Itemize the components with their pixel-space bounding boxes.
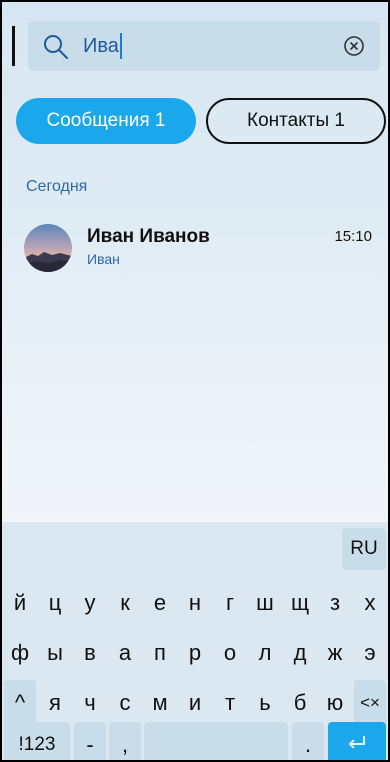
key[interactable]: а xyxy=(109,630,141,676)
key[interactable]: х xyxy=(354,580,386,626)
key[interactable]: с xyxy=(109,680,141,726)
message-preview: Иван xyxy=(87,251,120,267)
date-section-label: Сегодня xyxy=(26,178,88,195)
chat-result-item[interactable]: Иван Иванов Иван 15:10 xyxy=(24,220,384,276)
key[interactable]: э xyxy=(354,630,386,676)
key[interactable]: е xyxy=(144,580,176,626)
key[interactable]: ч xyxy=(74,680,106,726)
key[interactable]: о xyxy=(214,630,246,676)
search-input[interactable]: Ива xyxy=(83,33,122,59)
language-key[interactable]: RU xyxy=(342,528,386,570)
numbers-key[interactable]: !123 xyxy=(4,722,70,760)
search-bar[interactable]: Ива xyxy=(28,21,380,71)
back-indicator xyxy=(12,26,15,66)
space-key[interactable] xyxy=(144,722,288,760)
avatar xyxy=(24,224,72,272)
key[interactable]: ы xyxy=(39,630,71,676)
key[interactable]: у xyxy=(74,580,106,626)
tab-contacts[interactable]: Контакты 1 xyxy=(206,98,386,144)
tab-messages[interactable]: Сообщения 1 xyxy=(16,98,196,144)
key[interactable]: й xyxy=(4,580,36,626)
enter-key[interactable] xyxy=(328,722,386,760)
key[interactable]: т xyxy=(214,680,246,726)
dash-key[interactable]: - xyxy=(74,722,106,760)
key[interactable]: к xyxy=(109,580,141,626)
key[interactable]: ф xyxy=(4,630,36,676)
key[interactable]: ц xyxy=(39,580,71,626)
key[interactable]: р xyxy=(179,630,211,676)
key[interactable]: ж xyxy=(319,630,351,676)
clear-search-icon[interactable] xyxy=(342,34,366,58)
keyboard-row-1: й ц у к е н г ш щ з х xyxy=(2,580,388,626)
key[interactable]: я xyxy=(39,680,71,726)
key[interactable]: в xyxy=(74,630,106,676)
comma-key[interactable]: , xyxy=(109,722,141,760)
keyboard: RU й ц у к е н г ш щ з х ф ы в а п р о л… xyxy=(2,522,388,760)
key[interactable]: н xyxy=(179,580,211,626)
key[interactable]: и xyxy=(179,680,211,726)
keyboard-row-3: ^ я ч с м и т ь б ю <× xyxy=(2,680,388,726)
app-screen: Ива Сообщения 1 Контакты 1 Сегодня Иван … xyxy=(0,0,390,762)
key[interactable]: д xyxy=(284,630,316,676)
key[interactable]: ю xyxy=(319,680,351,726)
backspace-key[interactable]: <× xyxy=(354,680,386,726)
enter-arrow-icon xyxy=(348,736,365,749)
message-time: 15:10 xyxy=(334,228,372,245)
key[interactable]: г xyxy=(214,580,246,626)
key[interactable]: щ xyxy=(284,580,316,626)
period-key[interactable]: . xyxy=(292,722,324,760)
keyboard-row-2: ф ы в а п р о л д ж э xyxy=(2,630,388,676)
key[interactable]: п xyxy=(144,630,176,676)
search-icon xyxy=(44,35,68,59)
keyboard-row-4: !123 - , . xyxy=(2,722,388,760)
contact-name: Иван Иванов xyxy=(87,226,210,247)
key[interactable]: л xyxy=(249,630,281,676)
key[interactable]: ш xyxy=(249,580,281,626)
key[interactable]: з xyxy=(319,580,351,626)
key[interactable]: б xyxy=(284,680,316,726)
shift-key[interactable]: ^ xyxy=(4,680,36,726)
key[interactable]: м xyxy=(144,680,176,726)
key[interactable]: ь xyxy=(249,680,281,726)
